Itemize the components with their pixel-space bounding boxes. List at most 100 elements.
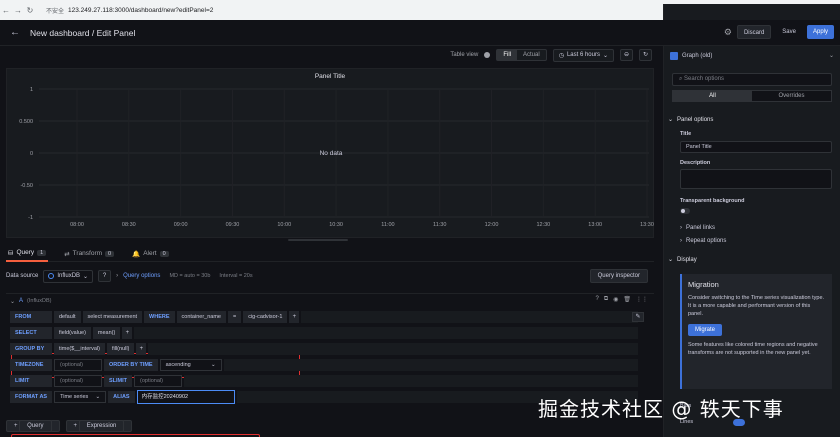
tag-operator[interactable]: = [227,311,242,323]
repeat-options-label: Repeat options [686,238,727,244]
collapse-chevron-icon[interactable]: ⌄ [10,298,15,305]
tab-alert[interactable]: 🔔 Alert 0 [130,246,171,262]
actual-option[interactable]: Actual [517,50,546,60]
x-tick-label: 12:00 [485,222,499,228]
resize-handle[interactable] [288,239,348,241]
tab-overrides[interactable]: Overrides [752,91,831,101]
aggregation-select[interactable]: mean() [92,327,121,339]
add-expression-button[interactable]: + Expression [65,420,133,432]
query-inspector-button[interactable]: Query inspector [589,269,648,283]
help-icon[interactable]: ? [595,296,598,303]
refresh-icon[interactable]: ↻ [639,49,652,61]
watermark: 掘金技术社区 @ 轶天下事 [538,397,784,421]
tab-transform-count: 0 [105,250,115,257]
add-select-button[interactable]: + [122,327,133,339]
y-tick-label: 1 [30,87,33,93]
forward-nav-icon[interactable]: → [12,6,24,15]
panel-options-label: Panel options [677,116,714,123]
migrate-button[interactable]: Migrate [688,324,723,336]
visualization-name: Graph (old) [682,53,713,59]
tab-transform[interactable]: ⇄ Transform 0 [62,246,116,262]
fill-option[interactable]: Fill [497,50,517,60]
edit-raw-query-icon[interactable]: ✎ [632,312,644,322]
trash-icon[interactable]: 🗑 [623,296,631,303]
time-range-label: Last 6 hours [566,52,600,58]
chevron-down-icon: ⌄ [668,257,674,263]
select-row: SELECT field(value) mean() + [10,327,638,339]
alias-keyword: ALIAS [108,391,135,403]
discard-button[interactable]: Discard [736,25,772,39]
table-view-toggle[interactable] [484,52,491,58]
order-by-keyword: ORDER BY TIME [104,359,158,371]
database-icon: ⛁ [8,249,14,257]
migration-title: Migration [688,280,719,289]
alias-input[interactable]: 内存监控20240902 [136,390,235,404]
retention-policy[interactable]: default [54,311,81,323]
gear-icon[interactable]: ⚙ [724,27,732,38]
timezone-row: TIMEZONE (optional) ORDER BY TIME ascend… [10,359,638,371]
zoom-out-icon[interactable]: ⊖ [620,49,633,61]
search-options-input[interactable]: ⌕ Search options [672,73,832,86]
display-header[interactable]: ⌄ Display [668,256,697,264]
datasource-select[interactable]: InfluxDB ⌄ [43,269,94,283]
transparent-label: Transparent background [680,198,745,204]
back-nav-icon[interactable]: ← [0,6,12,15]
query-datasource: (InfluxDB) [27,298,52,304]
chevron-right-icon[interactable]: › [116,273,118,279]
panel-links-header[interactable]: › Panel links [680,225,715,231]
chevron-down-icon: ⌄ [668,117,674,123]
measurement-select[interactable]: select measurement [82,311,143,323]
add-condition-button[interactable]: + [289,311,300,323]
query-header: ⌄ A (InfluxDB) ? ⧉ ◉ 🗑 ⋮⋮ [6,296,654,306]
fill-actual-toggle: Fill Actual [496,49,547,61]
add-buttons: + Query + Expression [6,420,133,432]
time-range-picker[interactable]: ◷ Last 6 hours ⌄ [552,48,614,62]
add-query-button[interactable]: + Query [6,420,60,432]
panel-toolbar: Table view Fill Actual ◷ Last 6 hours ⌄ … [0,46,660,64]
x-tick-label: 11:30 [433,222,446,228]
help-icon[interactable]: ? [98,270,112,282]
add-group-button[interactable]: + [136,343,147,355]
reload-icon[interactable]: ↻ [24,6,36,15]
group-fill[interactable]: fill(null) [106,343,135,355]
panel-options-header[interactable]: ⌄ Panel options [668,116,714,124]
influxdb-icon [48,273,55,279]
query-ref-id[interactable]: A [19,298,23,304]
duplicate-icon[interactable]: ⧉ [604,296,608,303]
transform-icon: ⇄ [64,250,70,258]
tab-alert-label: Alert [143,250,157,257]
x-tick-label: 09:30 [226,222,240,228]
field-select[interactable]: field(value) [54,327,91,339]
back-arrow-icon[interactable]: ← [10,27,20,38]
timezone-input[interactable]: (optional) [54,359,102,371]
repeat-options-header[interactable]: › Repeat options [680,238,726,244]
slimit-input[interactable]: (optional) [134,375,183,387]
chevron-down-icon: ⌄ [95,394,101,400]
limit-row: LIMIT (optional) SLIMIT (optional) [10,375,638,387]
browser-chrome: ← → ↻ 不安全 123.249.27.118:3000/dashboard/… [0,0,840,395]
apply-button[interactable]: Apply [806,25,834,39]
title-input[interactable]: Panel Title [680,141,832,153]
chevron-down-icon: ⌄ [602,52,608,59]
tag-key[interactable]: container_name [176,311,226,323]
save-button[interactable]: Save [776,25,802,39]
format-select[interactable]: Time series ⌄ [54,391,107,403]
tab-all[interactable]: All [673,91,752,101]
y-tick-label: -1 [28,215,33,221]
visualization-picker[interactable]: Graph (old) ⌄ [670,50,834,62]
bell-icon: 🔔 [132,250,141,258]
limit-input[interactable]: (optional) [54,375,102,387]
transparent-switch[interactable] [680,208,690,214]
address-bar[interactable]: 不安全 123.249.27.118:3000/dashboard/new?ed… [46,6,213,15]
query-options-link[interactable]: Query options [123,273,160,279]
description-input[interactable] [680,169,832,189]
group-time[interactable]: time($__interval) [54,343,105,355]
order-select[interactable]: ascending ⌄ [159,359,222,371]
drag-handle-icon[interactable]: ⋮⋮ [636,296,648,303]
eye-icon[interactable]: ◉ [613,296,618,303]
tab-query[interactable]: ⛁ Query 1 [6,246,49,262]
chevron-right-icon: › [680,225,682,231]
group-by-row: GROUP BY time($__interval) fill(null) + [10,343,638,355]
tag-value[interactable]: cig-cadvisor-1 [243,311,288,323]
tab-alert-count: 0 [159,250,169,257]
